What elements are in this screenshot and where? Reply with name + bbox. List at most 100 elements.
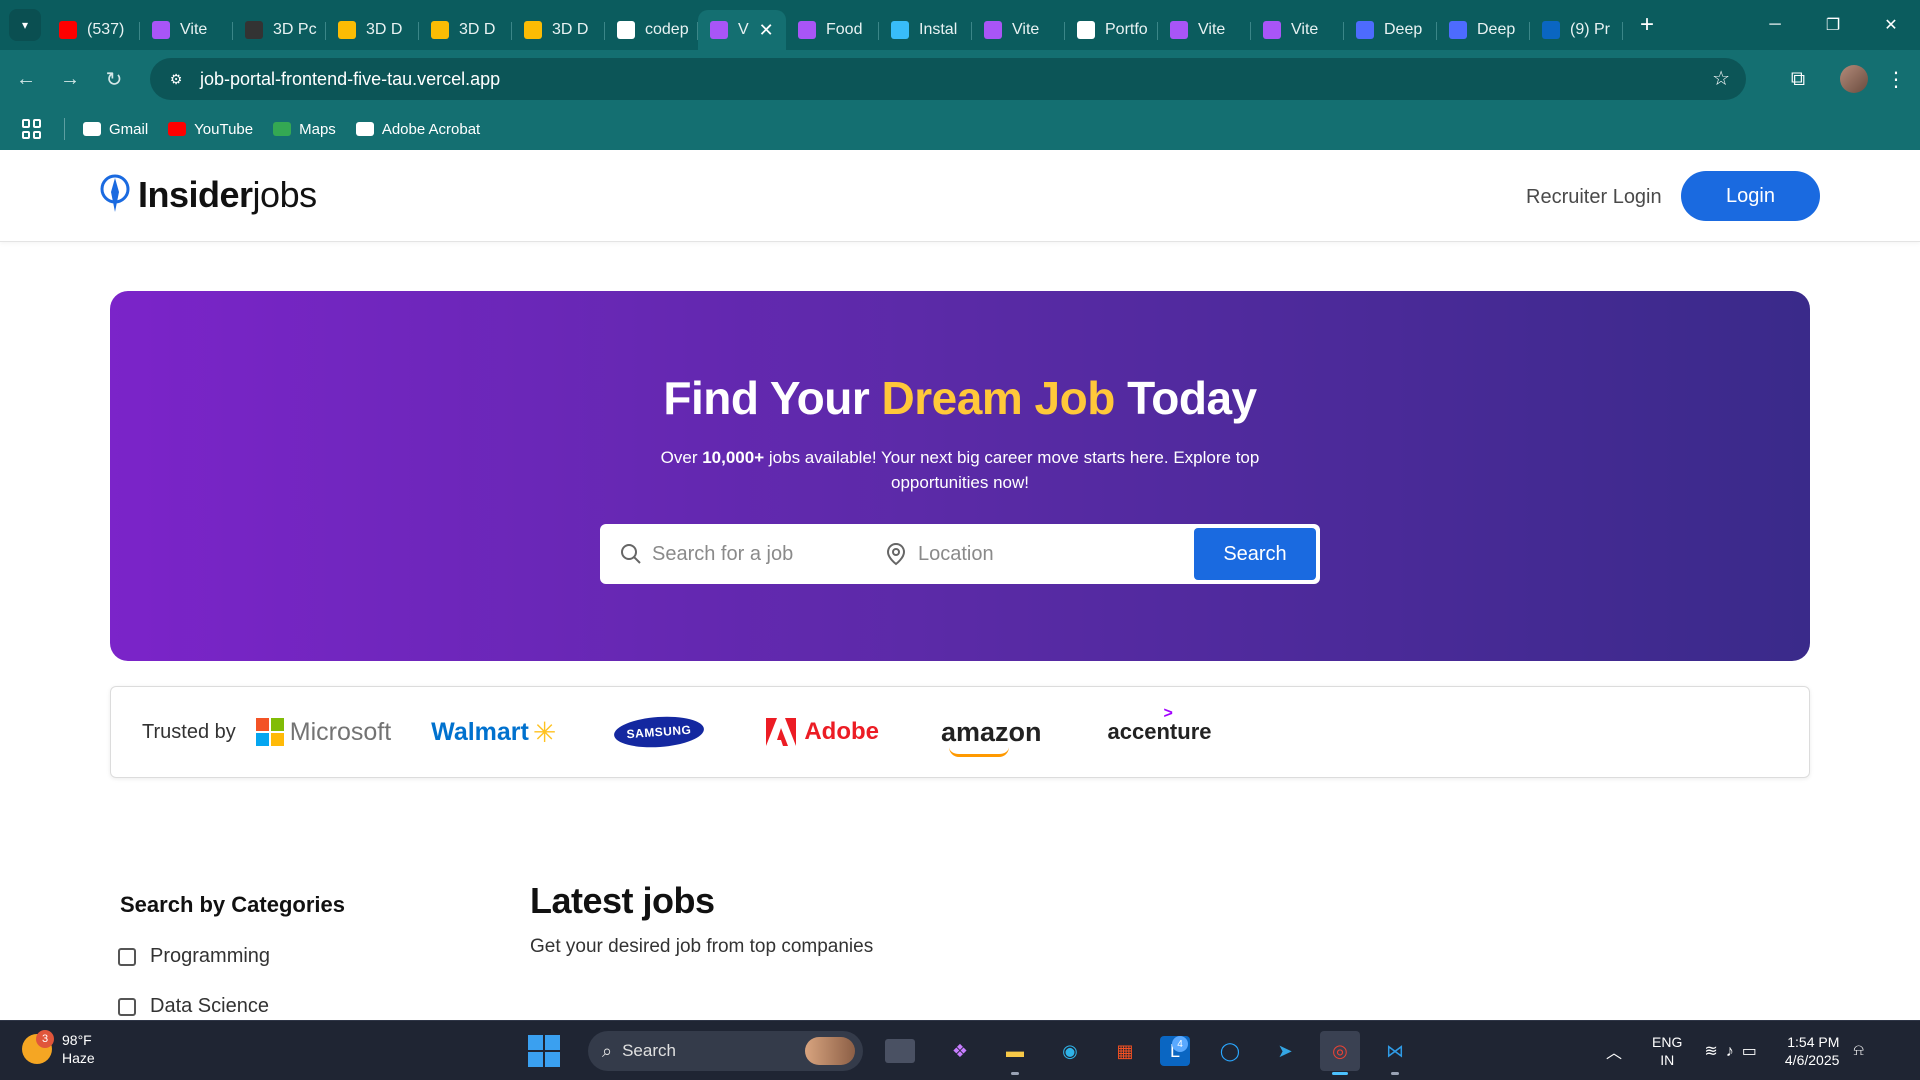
browser-tab[interactable]: Vite <box>1251 10 1344 50</box>
browser-tab[interactable]: Deep <box>1344 10 1437 50</box>
edge-icon[interactable]: ◉ <box>1050 1031 1090 1071</box>
browser-tab[interactable]: Vite <box>140 10 233 50</box>
network-volume-battery-icons[interactable]: ≋♪▭ <box>1704 1041 1765 1061</box>
site-navbar: Insiderjobs Recruiter Login Login <box>0 150 1920 242</box>
tab-title: Vite <box>1012 21 1040 38</box>
category-checkbox[interactable] <box>118 947 136 966</box>
linkedin-icon <box>1542 21 1560 39</box>
tab-search-button[interactable]: ▾ <box>9 9 41 41</box>
close-window-button[interactable]: ✕ <box>1862 0 1920 50</box>
browser-tab[interactable]: codep <box>605 10 698 50</box>
job-search-bar: Search <box>600 524 1320 584</box>
tab-title: Food <box>826 21 863 38</box>
browser-tab-bar: ▾ (537) Vite 3D Pc 3D D 3D D 3D Dcodep V ✕ Food I… <box>0 0 1920 50</box>
bookmark-list: Gmail YouTube Maps Adobe Acrobat <box>83 121 500 138</box>
profile-avatar[interactable] <box>1840 65 1868 93</box>
category-checkbox[interactable] <box>118 997 136 1016</box>
restore-button[interactable]: ❐ <box>1804 0 1862 50</box>
language-indicator[interactable]: ENG IN <box>1652 1033 1682 1069</box>
logo-text: Insiderjobs <box>138 174 317 215</box>
search-icon: ⌕ <box>602 1040 613 1061</box>
tab-title: Instal <box>919 21 958 38</box>
browser-tab[interactable]: Food <box>786 10 879 50</box>
apps-grid-icon[interactable] <box>20 117 44 141</box>
browser-tab[interactable]: (537) <box>47 10 140 50</box>
tab-title: Deep <box>1477 21 1516 38</box>
search-button[interactable]: Search <box>1194 528 1316 580</box>
location-input[interactable] <box>918 534 1148 574</box>
bookmark-adobe-acrobat[interactable]: Adobe Acrobat <box>355 121 480 138</box>
site-info-icon[interactable]: ⚙ <box>158 61 194 97</box>
browser-tab[interactable]: (9) Pr <box>1530 10 1623 50</box>
acrobat-icon <box>355 122 374 136</box>
address-bar[interactable]: ⚙ job-portal-frontend-five-tau.vercel.ap… <box>150 58 1746 100</box>
tab-title: Vite <box>1198 21 1226 38</box>
clock[interactable]: 1:54 PM 4/6/2025 <box>1785 1033 1840 1069</box>
new-tab-button[interactable]: + <box>1631 9 1663 41</box>
linkedin-learning-icon[interactable]: L4 <box>1160 1036 1190 1066</box>
close-tab-icon[interactable]: ✕ <box>759 20 774 41</box>
maps-icon <box>273 122 292 136</box>
adobe-icon <box>766 718 797 746</box>
minimize-button[interactable]: ─ <box>1746 0 1804 50</box>
youtube-icon <box>59 21 77 39</box>
browser-tab[interactable]: Deep <box>1437 10 1530 50</box>
tab-title: Vite <box>180 21 208 38</box>
site-logo[interactable]: Insiderjobs <box>100 174 317 216</box>
recruiter-login-link[interactable]: Recruiter Login <box>1526 186 1662 209</box>
bookmark-maps[interactable]: Maps <box>273 121 336 138</box>
job-search-input[interactable] <box>652 534 882 574</box>
show-hidden-icons-chevron[interactable]: ︿ <box>1606 1039 1622 1063</box>
taskbar-search-box[interactable]: ⌕ Search <box>588 1031 863 1071</box>
category-data-science[interactable]: Data Science <box>118 995 269 1018</box>
category-programming[interactable]: Programming <box>118 945 270 968</box>
browser-tab[interactable]: Portfo <box>1065 10 1158 50</box>
bookmark-gmail[interactable]: Gmail <box>83 121 148 138</box>
trusted-by-strip: Trusted by Microsoft Walmart ✳ SAMSUNG A… <box>110 686 1810 778</box>
bookmark-label: Maps <box>299 120 336 138</box>
vite-icon <box>710 21 728 39</box>
microsoft-store-icon[interactable]: ▦ <box>1105 1031 1145 1071</box>
weather-widget[interactable]: 3 98°F Haze <box>22 1030 95 1067</box>
vite-icon <box>984 21 1002 39</box>
url-text[interactable]: job-portal-frontend-five-tau.vercel.app <box>200 69 500 90</box>
chrome-icon[interactable]: ◎ <box>1320 1031 1360 1075</box>
reload-button[interactable]: ↻ <box>96 61 132 97</box>
youtube-icon <box>168 122 187 136</box>
taskbar-search-label: Search <box>622 1041 676 1060</box>
browser-tab[interactable]: Instal <box>879 10 972 50</box>
browser-tab[interactable]: 3D D <box>326 10 419 50</box>
file-explorer-icon[interactable]: ▬ <box>995 1031 1035 1075</box>
tailwind-icon <box>891 21 909 39</box>
hero-banner: Find Your Dream Job Today Over 10,000+ j… <box>110 291 1810 661</box>
back-button[interactable]: ← <box>8 61 44 97</box>
task-view-icon[interactable] <box>885 1039 915 1063</box>
notification-bell-icon[interactable]: ⍾ <box>1853 1042 1864 1060</box>
browser-tab[interactable]: Vite <box>1158 10 1251 50</box>
cortana-icon[interactable]: ◯ <box>1210 1031 1250 1071</box>
windows-start-icon[interactable] <box>528 1035 560 1067</box>
telegram-icon[interactable]: ➤ <box>1265 1031 1305 1071</box>
extensions-icon[interactable]: ⧉ <box>1778 59 1818 99</box>
bookmark-star-icon[interactable]: ☆ <box>1712 66 1730 91</box>
bookmark-youtube[interactable]: YouTube <box>168 121 253 138</box>
deepseek-icon <box>1449 21 1467 39</box>
browser-tab[interactable]: 3D D <box>419 10 512 50</box>
login-button[interactable]: Login <box>1681 171 1820 221</box>
copilot-icon[interactable]: ❖ <box>940 1031 980 1071</box>
vscode-icon[interactable]: ⋈ <box>1375 1031 1415 1075</box>
search-icon <box>620 543 646 565</box>
browser-menu-icon[interactable]: ⋮ <box>1886 67 1906 92</box>
tab-title: 3D D <box>366 21 403 38</box>
browser-tab[interactable]: Vite <box>972 10 1065 50</box>
gmail-icon <box>83 122 101 136</box>
browser-tab[interactable]: V ✕ <box>698 10 786 50</box>
browser-tab[interactable]: 3D D <box>512 10 605 50</box>
taskbar-apps: ⌕ Search ❖ ▬ ◉ ▦ L4 ◯ ➤ ◎ ⋈ <box>528 1029 1430 1075</box>
tab-title: (537) <box>87 21 125 38</box>
amazon-logo: amazon <box>941 717 1042 757</box>
drive-icon <box>338 21 356 39</box>
browser-tab[interactable]: 3D Pc <box>233 10 326 50</box>
forward-button[interactable]: → <box>52 61 88 97</box>
github-icon <box>617 21 635 39</box>
